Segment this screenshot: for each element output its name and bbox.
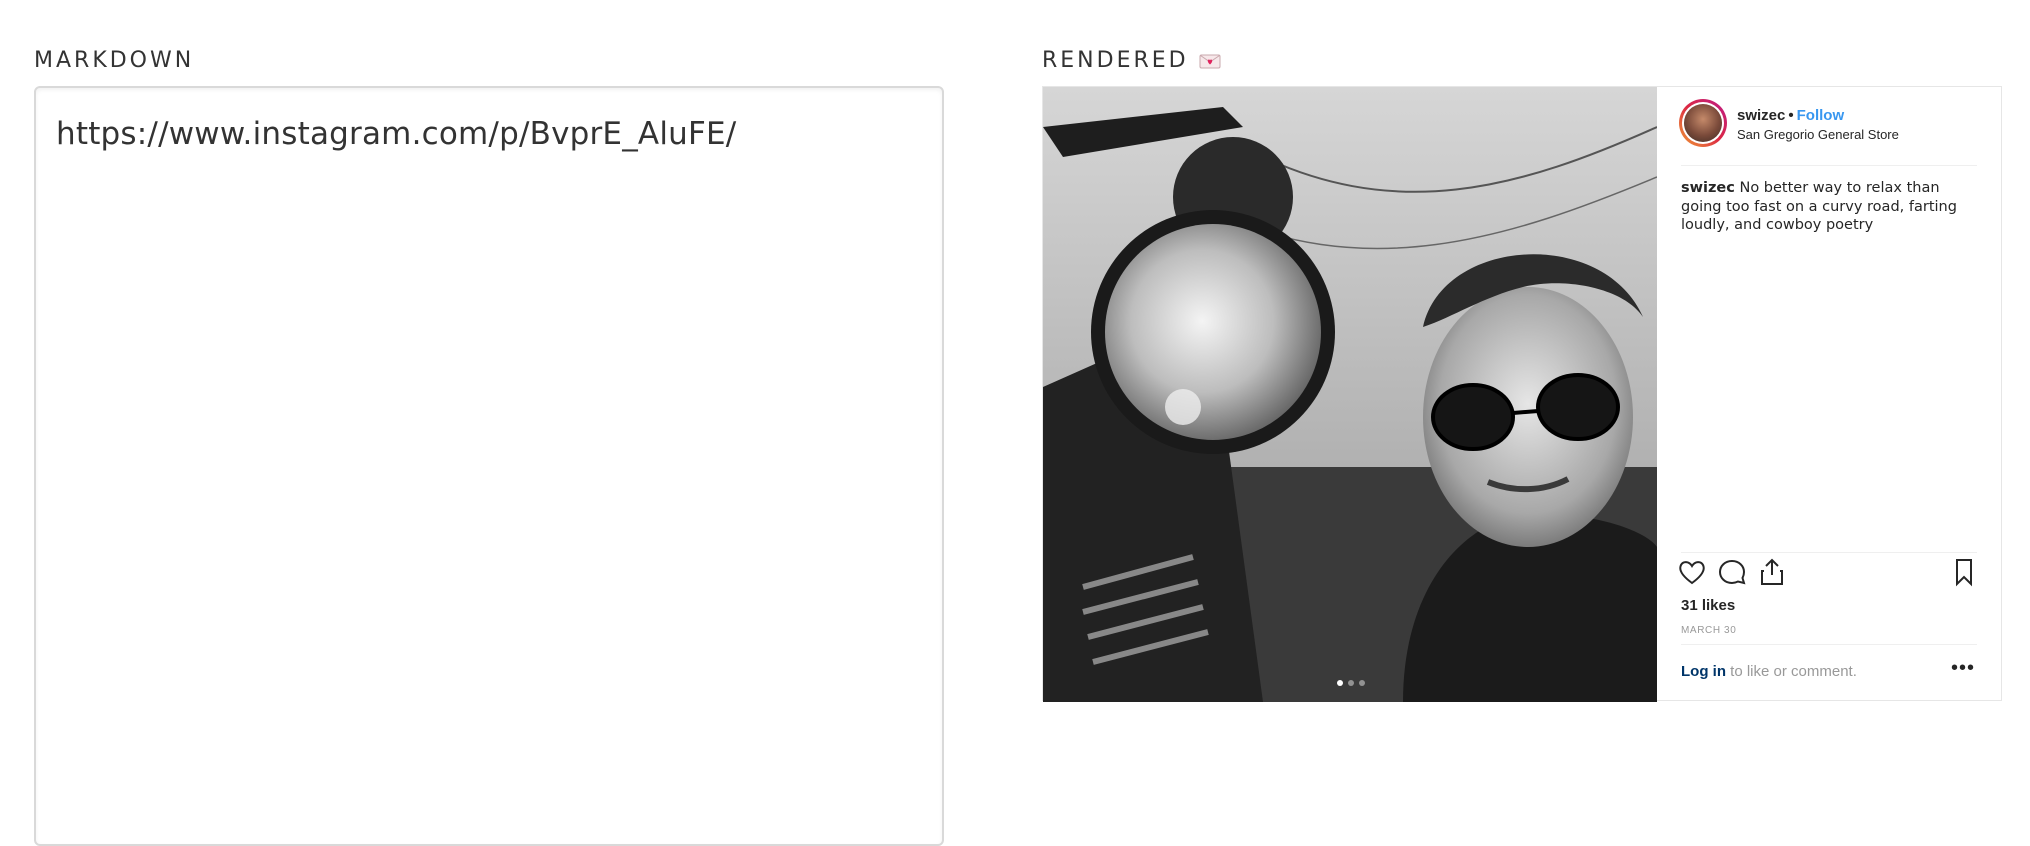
love-letter-icon: [1199, 52, 1221, 70]
divider: [1681, 644, 1977, 645]
login-prompt: Log in to like or comment.: [1681, 663, 1857, 680]
caption-username[interactable]: swizec: [1681, 180, 1735, 196]
post-header: swizec • Follow: [1737, 107, 1844, 124]
username-link[interactable]: swizec: [1737, 107, 1785, 124]
rendered-label-wrap: RENDERED: [1042, 48, 1221, 73]
carousel-dot-active: [1337, 680, 1343, 686]
divider: [1681, 165, 1977, 166]
action-bar: [1677, 557, 1977, 589]
post-panel: swizec • Follow San Gregorio General Store…: [1657, 87, 2003, 702]
comment-icon[interactable]: [1717, 557, 1749, 589]
post-date: MARCH 30: [1681, 625, 1737, 636]
bookmark-icon[interactable]: [1949, 557, 1981, 589]
divider: [1681, 552, 1977, 553]
caption: swizec No better way to relax than going…: [1681, 179, 1981, 235]
instagram-embed: swizec • Follow San Gregorio General Store…: [1042, 86, 2003, 702]
carousel-dot: [1359, 680, 1365, 686]
markdown-editor[interactable]: https://www.instagram.com/p/BvprE_AluFE/: [34, 86, 944, 846]
more-options-icon[interactable]: •••: [1951, 657, 1975, 680]
follow-button[interactable]: Follow: [1797, 107, 1845, 124]
carousel-dot: [1348, 680, 1354, 686]
rendered-label: RENDERED: [1042, 48, 1189, 73]
login-link[interactable]: Log in: [1681, 663, 1726, 680]
likes-count[interactable]: 31 likes: [1681, 597, 1735, 614]
avatar[interactable]: [1679, 99, 1727, 147]
location-link[interactable]: San Gregorio General Store: [1737, 127, 1899, 142]
carousel-dots: [1337, 680, 1365, 686]
post-photo[interactable]: [1043, 87, 1657, 702]
separator: •: [1788, 107, 1794, 124]
markdown-label: MARKDOWN: [34, 48, 195, 73]
heart-icon[interactable]: [1677, 557, 1709, 589]
login-suffix: to like or comment.: [1726, 663, 1857, 680]
editor-text[interactable]: https://www.instagram.com/p/BvprE_AluFE/: [56, 116, 736, 152]
share-icon[interactable]: [1757, 557, 1789, 589]
